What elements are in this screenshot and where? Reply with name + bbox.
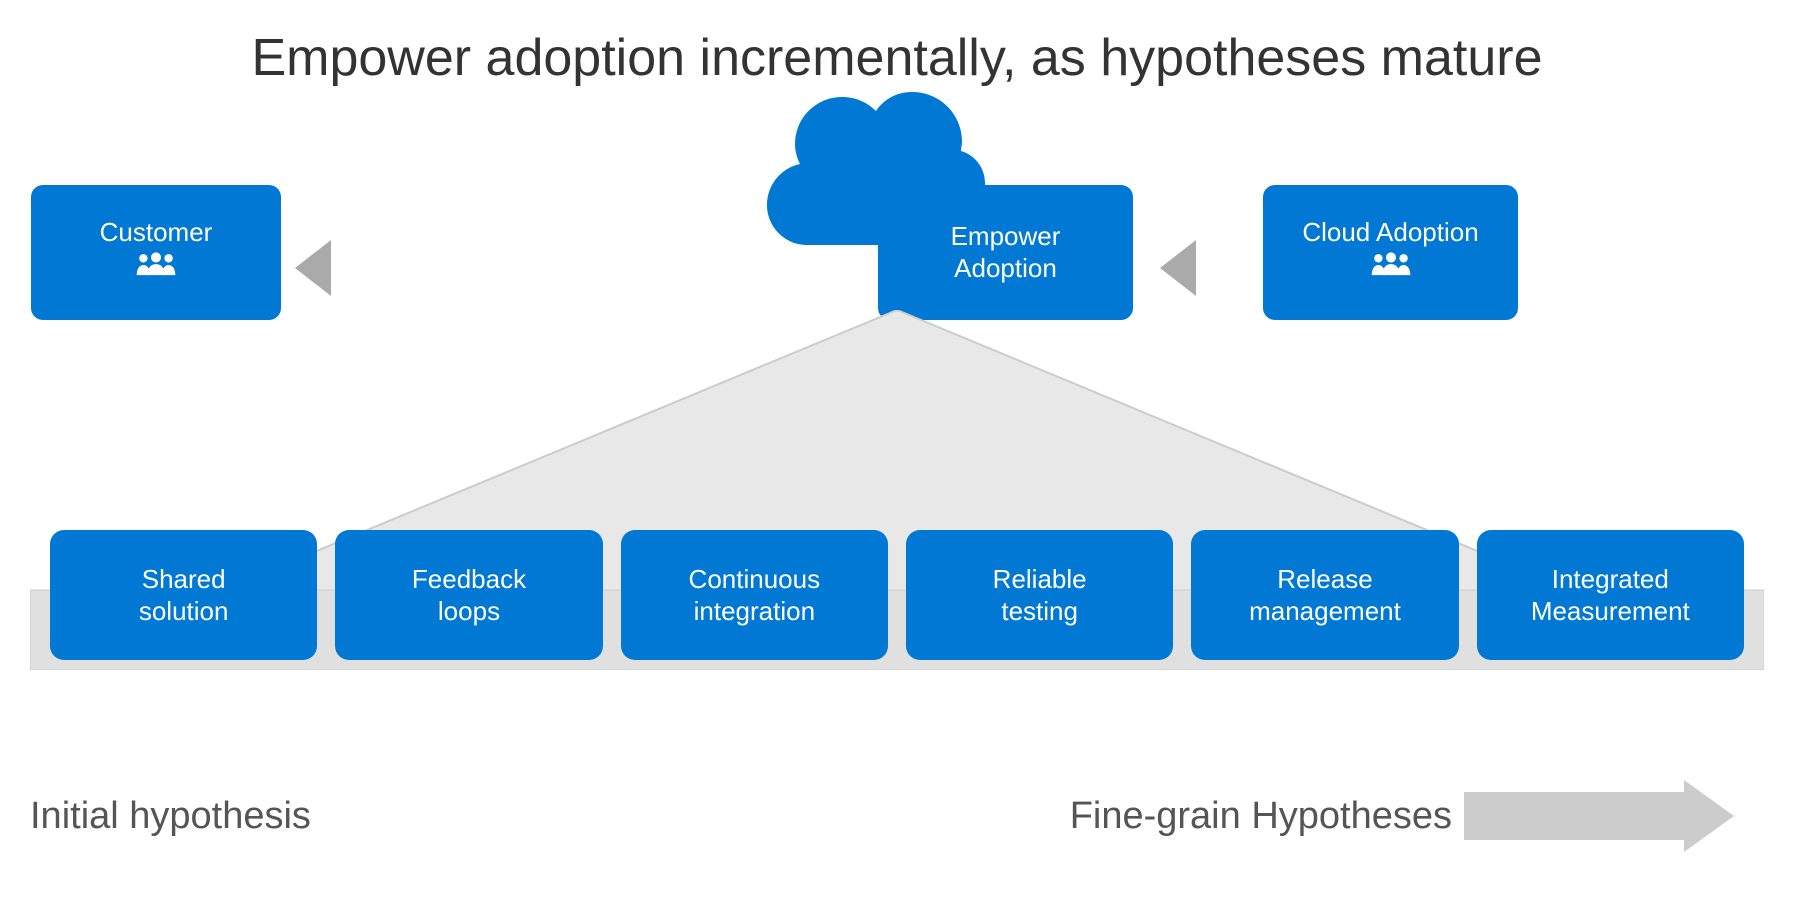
customer-icon [135, 249, 177, 288]
page-container: Empower adoption incrementally, as hypot… [0, 0, 1794, 899]
arrow-head [1684, 780, 1734, 852]
shared-solution-box: Sharedsolution [50, 530, 317, 660]
release-management-label: Releasemanagement [1249, 563, 1401, 628]
bottom-boxes-row: Sharedsolution Feedbackloops Continuousi… [50, 530, 1744, 660]
reliable-testing-label: Reliabletesting [993, 563, 1087, 628]
customer-box: Customer [31, 185, 281, 320]
cloud-adoption-icon [1370, 249, 1412, 288]
feedback-loops-box: Feedbackloops [335, 530, 602, 660]
main-title: Empower adoption incrementally, as hypot… [0, 28, 1794, 88]
integrated-measurement-label: IntegratedMeasurement [1531, 563, 1690, 628]
fine-grain-container: Fine-grain Hypotheses [1070, 780, 1734, 852]
arrow-to-empower [1160, 240, 1196, 296]
bottom-labels-row: Initial hypothesis Fine-grain Hypotheses [30, 780, 1734, 852]
initial-hypothesis-label: Initial hypothesis [30, 795, 311, 838]
customer-label: Customer [100, 217, 213, 248]
integrated-measurement-box: IntegratedMeasurement [1477, 530, 1744, 660]
shared-solution-label: Sharedsolution [139, 563, 229, 628]
feedback-loops-label: Feedbackloops [412, 563, 526, 628]
arrow-to-customer [295, 240, 331, 296]
continuous-integration-label: Continuousintegration [689, 563, 821, 628]
arrow-body [1464, 792, 1684, 840]
release-management-box: Releasemanagement [1191, 530, 1458, 660]
cloud-adoption-box: Cloud Adoption [1263, 185, 1518, 320]
arrow-right-shape [1464, 780, 1734, 852]
continuous-integration-box: Continuousintegration [621, 530, 888, 660]
cloud-adoption-label: Cloud Adoption [1302, 217, 1478, 248]
empower-label: Empower Adoption [951, 221, 1061, 283]
fine-grain-label: Fine-grain Hypotheses [1070, 795, 1452, 838]
empower-adoption-box: Empower Adoption [878, 185, 1133, 320]
reliable-testing-box: Reliabletesting [906, 530, 1173, 660]
